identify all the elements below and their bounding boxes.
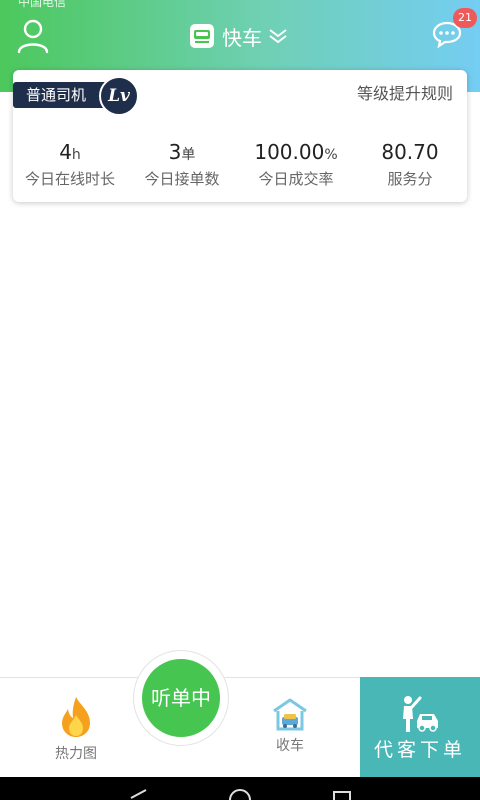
lv-badge-icon: Lv <box>99 76 139 116</box>
car-icon <box>190 24 214 48</box>
recents-icon[interactable] <box>332 790 352 800</box>
stat-orders: 3单 今日接单数 <box>127 140 237 189</box>
chevron-down-icon <box>269 29 287 44</box>
system-navigation-bar <box>0 777 480 800</box>
place-order-for-passenger-button[interactable]: 代客下单 <box>360 677 480 777</box>
stat-label: 今日接单数 <box>144 170 220 188</box>
stat-label: 今日在线时长 <box>24 170 115 188</box>
message-count-badge: 21 <box>453 8 477 28</box>
home-icon[interactable] <box>228 789 252 800</box>
heatmap-button[interactable]: 热力图 <box>40 695 112 763</box>
listen-orders-button[interactable]: 听单中 <box>142 659 220 737</box>
fire-icon <box>62 697 90 737</box>
status-bar-carrier: 中国电信 <box>18 0 67 9</box>
user-icon <box>17 19 49 54</box>
driver-stats-card: 普通司机 Lv 等级提升规则 4h 今日在线时长 3单 今日接单数 100.00… <box>13 70 467 202</box>
stat-value: 4 <box>59 140 72 164</box>
listen-button-wrap: 听单中 <box>133 650 229 746</box>
stat-unit: h <box>71 147 81 163</box>
garage-icon <box>273 698 307 731</box>
level-rules-link[interactable]: 等级提升规则 <box>357 80 453 104</box>
stat-label: 今日成交率 <box>258 170 334 188</box>
park-label: 收车 <box>276 738 304 754</box>
service-type-selector[interactable]: 快车 <box>190 20 288 52</box>
heatmap-label: 热力图 <box>55 746 97 762</box>
place-order-label: 代客下单 <box>373 739 466 761</box>
stat-unit: 单 <box>181 147 196 163</box>
stat-completion-rate: 100.00% 今日成交率 <box>241 140 351 189</box>
user-profile-button[interactable] <box>16 18 50 54</box>
stat-online-hours: 4h 今日在线时长 <box>15 140 125 189</box>
service-type-title: 快车 <box>222 25 262 50</box>
stat-service-score: 80.70 服务分 <box>355 140 465 189</box>
person-car-icon <box>403 696 438 732</box>
back-icon[interactable] <box>128 789 148 800</box>
stat-label: 服务分 <box>387 170 433 188</box>
stat-value: 3 <box>168 140 182 164</box>
stat-unit: % <box>324 147 338 163</box>
stat-value: 80.70 <box>381 140 439 164</box>
stat-value: 100.00 <box>254 140 325 164</box>
park-button[interactable]: 收车 <box>254 697 326 755</box>
